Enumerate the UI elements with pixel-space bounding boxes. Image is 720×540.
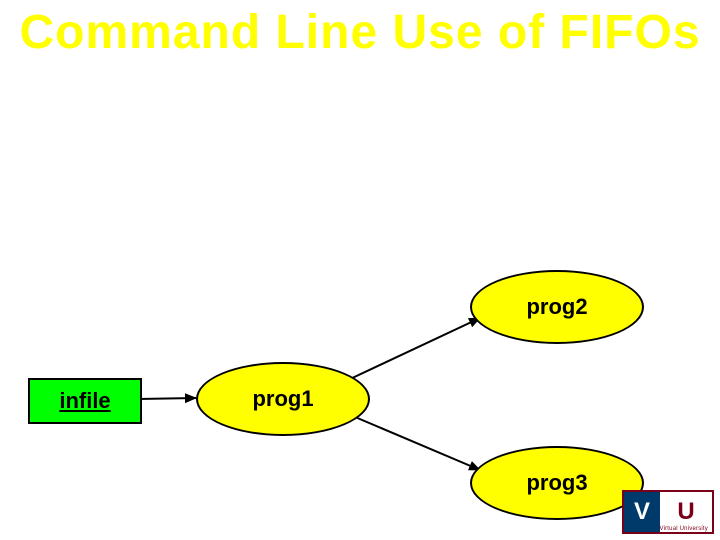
- node-prog1-label: prog1: [252, 386, 313, 412]
- node-infile: infile: [28, 378, 142, 424]
- node-prog3: prog3: [470, 446, 644, 520]
- slide-title: Command Line Use of FIFOs: [0, 8, 720, 58]
- logo-subtitle: Virtual University: [659, 526, 708, 532]
- node-prog2: prog2: [470, 270, 644, 344]
- edge-infile-prog1: [138, 398, 196, 399]
- edge-prog1-prog3: [348, 414, 480, 470]
- logo-u: U: [660, 500, 712, 524]
- node-prog3-label: prog3: [526, 470, 587, 496]
- logo: V U Virtual University: [622, 490, 714, 534]
- node-prog2-label: prog2: [526, 294, 587, 320]
- node-infile-label: infile: [59, 388, 110, 414]
- edge-prog1-prog2: [348, 318, 480, 380]
- logo-v: V: [624, 492, 660, 532]
- slide: Command Line Use of FIFOs infile prog1 p…: [0, 0, 720, 540]
- node-prog1: prog1: [196, 362, 370, 436]
